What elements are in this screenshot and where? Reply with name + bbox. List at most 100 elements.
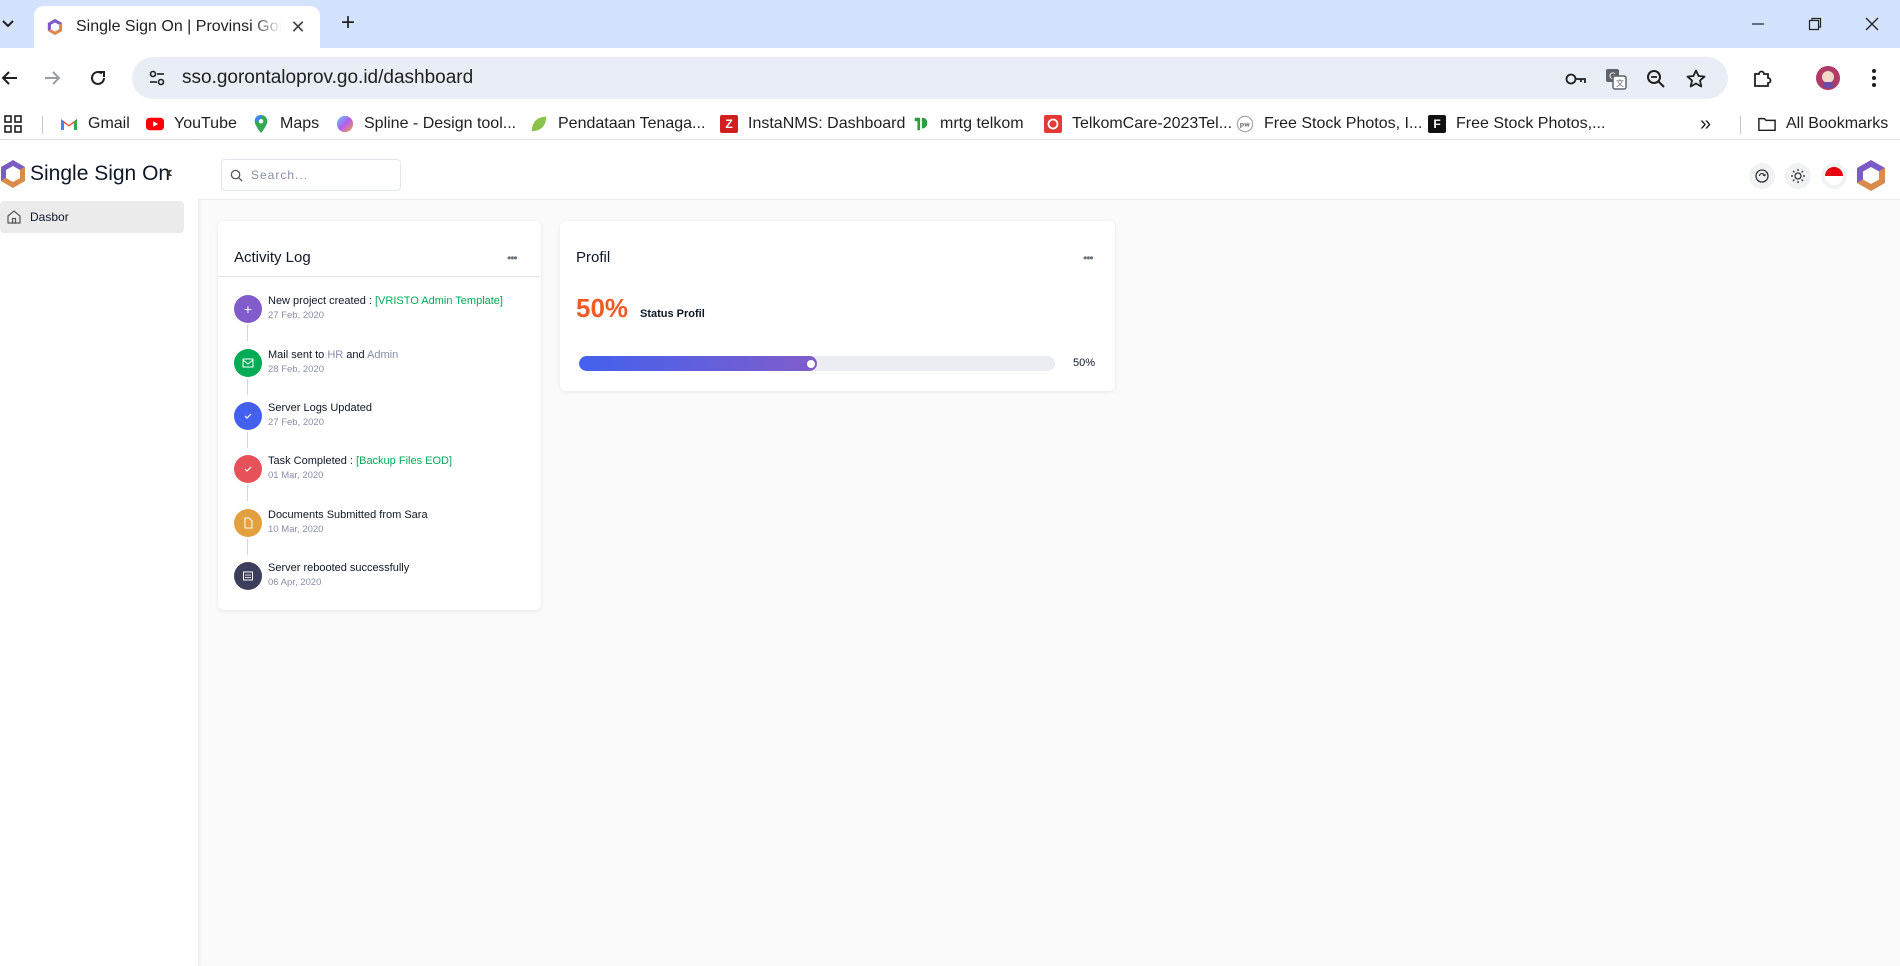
spline-icon — [336, 115, 354, 133]
search-icon — [230, 169, 243, 182]
site-info-icon[interactable] — [138, 62, 176, 94]
app-header — [198, 140, 1900, 200]
activity-text: Server rebooted successfully — [268, 562, 410, 574]
maps-icon — [254, 115, 268, 133]
restore-icon[interactable] — [1801, 10, 1829, 38]
telkomcare-icon — [1044, 115, 1062, 133]
bookmark-youtube[interactable]: YouTube — [146, 112, 237, 136]
folder-icon — [1758, 117, 1776, 132]
language-flag-icon[interactable] — [1821, 163, 1847, 189]
back-icon[interactable] — [0, 64, 24, 92]
activity-text: Documents Submitted from Sara — [268, 509, 428, 521]
f-icon: F — [1428, 115, 1446, 133]
activity-text: Task Completed : [Backup Files EOD] — [268, 455, 453, 467]
bookmark-star-icon[interactable] — [1682, 65, 1710, 93]
home-icon — [7, 210, 21, 224]
profile-avatar-icon[interactable] — [1814, 64, 1842, 92]
profile-status-label: Status Profil — [640, 308, 705, 320]
activity-date: 10 Mar, 2020 — [268, 524, 324, 535]
extensions-icon[interactable] — [1748, 64, 1776, 92]
bookmark-freestock-2[interactable]: F Free Stock Photos,... — [1428, 112, 1605, 136]
activity-date: 28 Feb, 2020 — [268, 364, 324, 375]
bookmark-spline[interactable]: Spline - Design tool... — [336, 112, 516, 136]
timeline-connector — [247, 539, 248, 555]
user-avatar[interactable] — [1854, 158, 1888, 192]
browser-toolbar: sso.gorontaloprov.go.id/dashboard G文 — [0, 48, 1900, 108]
refresh-sync-icon[interactable] — [1749, 163, 1775, 189]
activity-date: 27 Feb, 2020 — [268, 310, 324, 321]
activity-date: 27 Feb, 2020 — [268, 417, 324, 428]
timeline-connector — [247, 432, 248, 448]
check-icon — [234, 455, 262, 483]
svg-text:pw: pw — [1240, 122, 1251, 129]
activity-text: Server Logs Updated — [268, 402, 372, 414]
reload-icon[interactable] — [84, 64, 112, 92]
server-icon — [234, 562, 262, 590]
browser-menu-icon[interactable] — [1860, 64, 1888, 92]
address-bar[interactable]: sso.gorontaloprov.go.id/dashboard G文 — [132, 57, 1728, 99]
bookmarks-separator-right — [1740, 116, 1741, 134]
z-icon: Z — [720, 115, 738, 133]
leaf-icon — [531, 116, 547, 132]
bookmark-telkomcare[interactable]: TelkomCare-2023Tel... — [1044, 112, 1232, 136]
activity-text: New project created : [VRISTO Admin Temp… — [268, 295, 503, 307]
search-input[interactable] — [251, 168, 391, 182]
check-icon — [234, 402, 262, 430]
activity-date: 06 Apr, 2020 — [268, 577, 322, 588]
activity-date: 01 Mar, 2020 — [268, 470, 324, 481]
plus-icon: + — [234, 295, 262, 323]
bookmarks-separator — [42, 116, 43, 134]
panel-divider — [218, 276, 541, 277]
pw-icon: pw — [1236, 115, 1254, 133]
brand-name: Single Sign On — [30, 162, 171, 185]
timeline-connector — [247, 485, 248, 501]
brand[interactable]: Single Sign On — [0, 158, 170, 190]
sso-logo-icon — [1, 160, 25, 188]
close-window-icon[interactable] — [1858, 10, 1886, 38]
browser-tab-active[interactable]: Single Sign On | Provinsi Gorontalo ✕ — [34, 6, 320, 48]
gmail-icon — [61, 119, 77, 130]
bookmark-gmail[interactable]: Gmail — [60, 112, 130, 136]
progress-value: 50% — [1073, 357, 1096, 369]
tab-title: Single Sign On | Provinsi Gorontalo — [76, 18, 282, 35]
sidebar: Single Sign On ‹‹ Dasbor — [0, 140, 198, 966]
app-root: Single Sign On ‹‹ Dasbor Activity Log ••… — [0, 140, 1900, 966]
timeline-connector — [247, 325, 248, 341]
sidebar-item-dasbor[interactable]: Dasbor — [0, 201, 184, 233]
tab-close-icon[interactable]: ✕ — [288, 17, 308, 37]
more-bookmarks-icon[interactable]: » — [1700, 112, 1711, 136]
bookmark-mrtg[interactable]: mrtg telkom — [912, 112, 1024, 136]
all-bookmarks-button[interactable]: All Bookmarks — [1758, 112, 1888, 136]
profile-title: Profil — [576, 249, 611, 266]
zoom-icon[interactable] — [1642, 65, 1670, 93]
new-tab-icon[interactable]: + — [336, 11, 360, 36]
bookmark-maps[interactable]: Maps — [252, 112, 319, 136]
activity-log-panel: Activity Log ••• + New project created :… — [218, 221, 541, 610]
translate-icon[interactable]: G文 — [1602, 65, 1630, 93]
url-text: sso.gorontaloprov.go.id/dashboard — [182, 67, 474, 88]
svg-text:文: 文 — [1616, 78, 1624, 88]
timeline-connector — [247, 379, 248, 395]
bookmark-pendataan[interactable]: Pendataan Tenaga... — [530, 112, 705, 136]
mail-icon — [234, 349, 262, 377]
browser-tabstrip: Single Sign On | Provinsi Gorontalo ✕ + — [0, 0, 1900, 48]
file-icon — [234, 509, 262, 537]
profile-percent: 50% — [576, 293, 629, 323]
search-box[interactable] — [221, 159, 401, 191]
minimize-icon[interactable] — [1744, 10, 1772, 38]
theme-sun-icon[interactable] — [1785, 163, 1811, 189]
apps-grid-icon[interactable] — [4, 112, 22, 136]
password-key-icon[interactable] — [1562, 65, 1590, 93]
bookmark-instanms[interactable]: Z InstaNMS: Dashboard — [720, 112, 905, 136]
sidebar-item-label: Dasbor — [30, 210, 69, 224]
collapse-sidebar-icon[interactable]: ‹‹ — [166, 164, 172, 182]
bookmark-freestock-1[interactable]: pw Free Stock Photos, I... — [1236, 112, 1422, 136]
more-options-icon[interactable]: ••• — [1083, 251, 1094, 265]
forward-icon[interactable] — [38, 64, 66, 92]
bookmarks-bar: Gmail YouTube Maps Spline - Design tool.… — [0, 108, 1900, 140]
sso-favicon-icon — [47, 18, 63, 36]
more-options-icon[interactable]: ••• — [507, 251, 518, 265]
profile-progress-fill — [579, 356, 817, 371]
mrtg-icon — [914, 117, 928, 131]
tab-search-chevron-icon[interactable] — [0, 14, 16, 34]
